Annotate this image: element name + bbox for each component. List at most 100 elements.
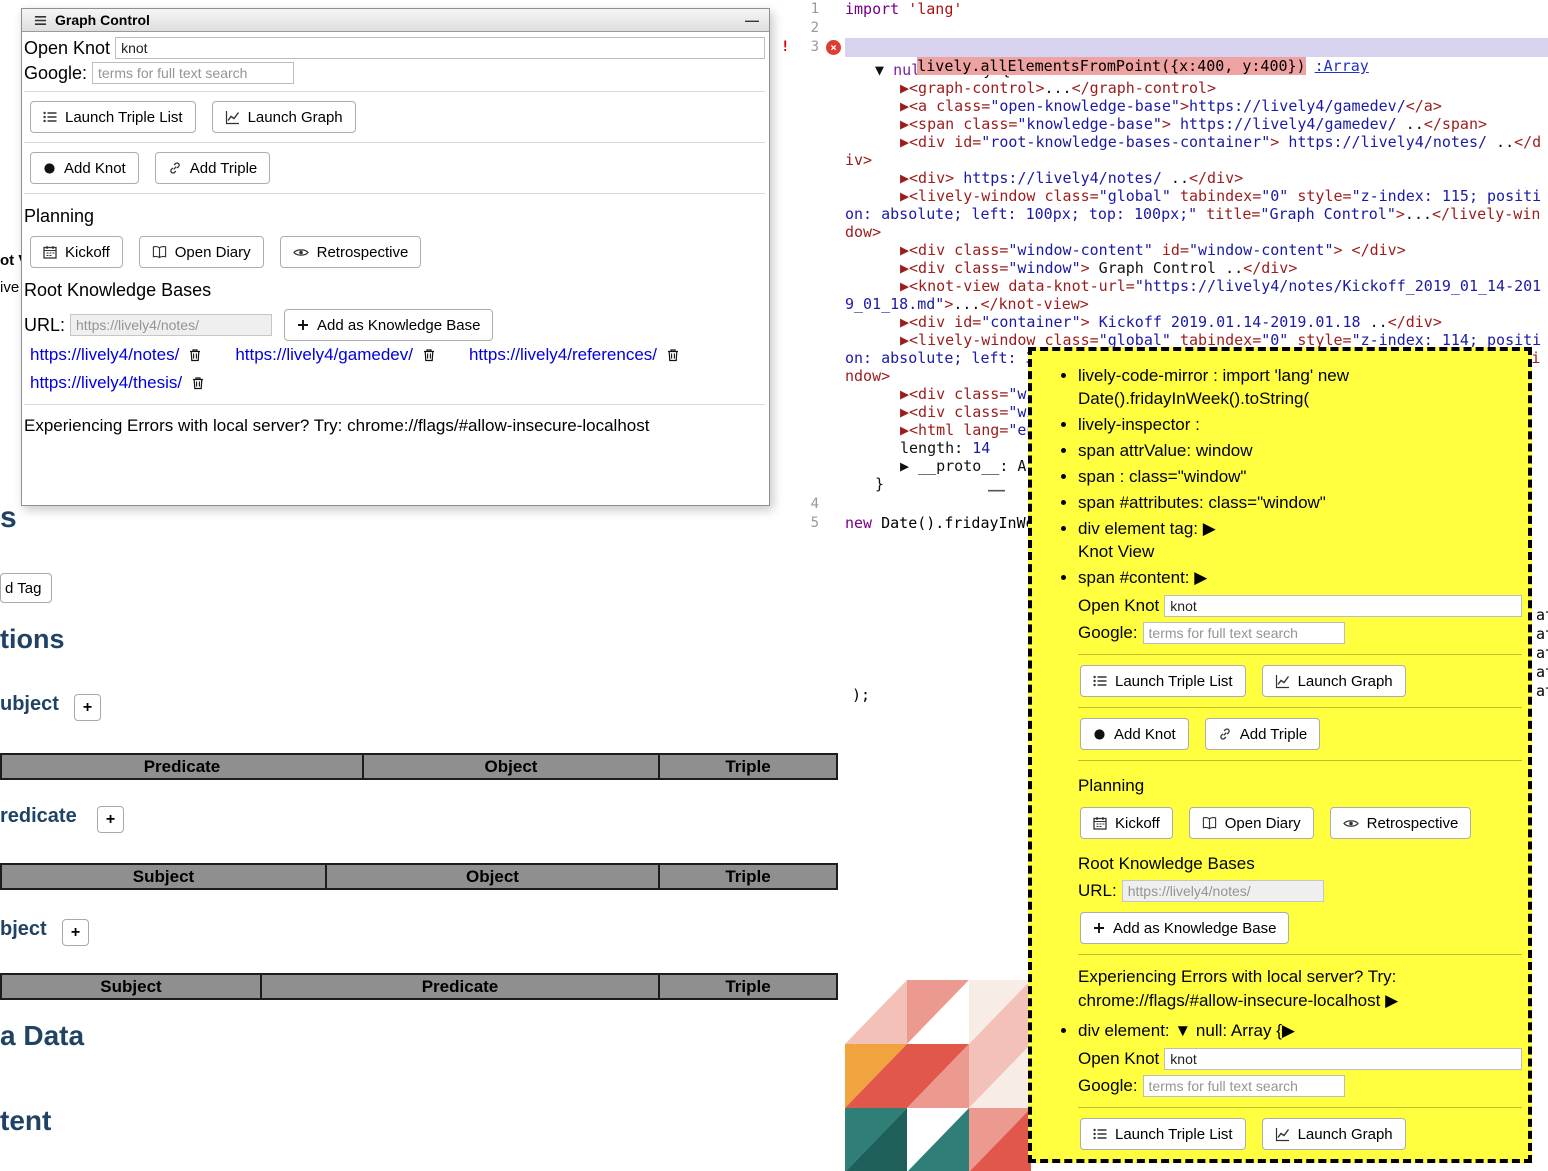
- add-predicate-button[interactable]: +: [97, 806, 124, 833]
- add-triple-button[interactable]: Add Triple: [155, 152, 271, 184]
- google-search-input[interactable]: [1143, 1075, 1345, 1097]
- inspector-line[interactable]: ▶<span class="knowledge-base"> https://l…: [845, 115, 1548, 133]
- button-label: Kickoff: [65, 244, 110, 261]
- launch-graph-button[interactable]: Launch Graph: [212, 101, 356, 133]
- button-label: Retrospective: [1367, 815, 1459, 832]
- code-text: import 'lang': [845, 0, 1548, 19]
- inspector-line[interactable]: ▶<div id="root-knowledge-bases-container…: [845, 133, 1548, 169]
- add-tag-button-fragment[interactable]: d Tag: [0, 573, 52, 603]
- trash-icon[interactable]: [192, 376, 204, 390]
- inspector-line[interactable]: ▶<lively-window class="global" tabindex=…: [845, 187, 1548, 241]
- meta-data-heading-fragment: a Data: [0, 1020, 84, 1052]
- kickoff-button[interactable]: Kickoff: [30, 236, 123, 268]
- open-diary-button[interactable]: Open Diary: [1189, 807, 1314, 839]
- code-token: ▶<div class=: [900, 259, 1008, 277]
- code-token: }: [875, 475, 884, 493]
- open-knot-input[interactable]: [1164, 1048, 1522, 1070]
- code-token: ▶<div>: [900, 169, 954, 187]
- separator: [24, 142, 765, 143]
- open-knot-input[interactable]: [115, 37, 765, 59]
- trash-icon[interactable]: [189, 348, 201, 362]
- inspector-line[interactable]: ▶<div class="window"> Graph Control ..</…: [845, 259, 1548, 277]
- add-knot-button[interactable]: Add Knot: [30, 152, 139, 184]
- tooltip-item[interactable]: span #attributes: class="window": [1078, 491, 1522, 514]
- add-object-button[interactable]: +: [62, 919, 89, 946]
- open-knot-row: Open Knot: [1078, 1047, 1522, 1070]
- code-line-error: !3 ×lively.allElementsFromPoint({x:400, …: [775, 38, 1548, 57]
- tooltip-item[interactable]: div element tag: ▶ Knot View: [1078, 517, 1522, 563]
- knowledge-base-link[interactable]: https://lively4/gamedev/: [235, 345, 413, 365]
- code-token: [1090, 313, 1099, 331]
- launch-triple-list-button[interactable]: Launch Triple List: [1080, 1118, 1246, 1150]
- window-titlebar[interactable]: Graph Control —: [22, 9, 769, 32]
- inspector-line[interactable]: ▶<graph-control>...</graph-control>: [845, 79, 1548, 97]
- button-label: Open Diary: [175, 244, 251, 261]
- code-token: "knowledge-base": [1017, 115, 1162, 133]
- launch-graph-button[interactable]: Launch Graph: [1262, 665, 1406, 697]
- trash-icon[interactable]: [667, 348, 679, 362]
- column-header: Triple: [659, 864, 837, 889]
- tooltip-item[interactable]: div element: ▼ null: Array {▶ Open Knot …: [1078, 1019, 1522, 1161]
- expand-triangle-icon[interactable]: ▶: [1385, 991, 1398, 1010]
- inspector-line[interactable]: ▶<div> https://lively4/notes/ ..</div>: [845, 169, 1548, 187]
- tooltip-item-text: div element tag: ▶: [1078, 519, 1216, 538]
- tooltip-item[interactable]: span #content: ▶ Open Knot Google: Launc…: [1078, 566, 1522, 1013]
- inspector-line[interactable]: ▶<div class="window-content" id="window-…: [845, 241, 1548, 259]
- inspector-line[interactable]: ▶<knot-view data-knot-url="https://livel…: [845, 277, 1548, 313]
- add-triple-button[interactable]: Add Triple: [1205, 718, 1321, 750]
- separator: [1078, 1160, 1522, 1161]
- code-fragment-close-paren: );: [852, 686, 870, 704]
- tooltip-item[interactable]: lively-inspector :: [1078, 413, 1522, 436]
- launch-triple-list-button[interactable]: Launch Triple List: [1080, 665, 1246, 697]
- kickoff-button[interactable]: Kickoff: [1080, 807, 1173, 839]
- open-diary-button[interactable]: Open Diary: [139, 236, 264, 268]
- google-search-input[interactable]: [1143, 622, 1345, 644]
- google-label: Google:: [1078, 1074, 1138, 1097]
- column-header: Subject: [1, 864, 326, 889]
- code-token: length:: [900, 439, 972, 457]
- add-knowledge-base-button[interactable]: Add as Knowledge Base: [284, 309, 493, 341]
- knowledge-base-link[interactable]: https://lively4/thesis/: [30, 373, 182, 393]
- add-knowledge-base-button[interactable]: Add as Knowledge Base: [1080, 912, 1289, 944]
- text-fragment: ive: [0, 279, 19, 296]
- code-token: 14: [972, 439, 990, 457]
- url-input[interactable]: [70, 314, 272, 336]
- planning-button-row: Kickoff Open Diary Retrospective: [1078, 807, 1522, 839]
- inspector-line[interactable]: ▶<div id="container"> Kickoff 2019.01.14…: [845, 313, 1548, 331]
- trash-icon[interactable]: [423, 348, 435, 362]
- window-menu-icon[interactable]: [34, 14, 47, 27]
- launch-graph-button[interactable]: Launch Graph: [1262, 1118, 1406, 1150]
- eye-icon: [1343, 818, 1359, 829]
- code-token: ..: [1162, 169, 1189, 187]
- button-label: Launch Graph: [1298, 673, 1393, 690]
- retrospective-button[interactable]: Retrospective: [1330, 807, 1472, 839]
- minimize-icon[interactable]: —: [988, 480, 1005, 500]
- circle-icon: [1093, 728, 1106, 741]
- url-input[interactable]: [1122, 880, 1324, 902]
- add-knot-button[interactable]: Add Knot: [1080, 718, 1189, 750]
- knowledge-base-link[interactable]: https://lively4/references/: [469, 345, 657, 365]
- triples-table: Subject Predicate Triple: [0, 973, 838, 1000]
- open-knot-input[interactable]: [1164, 595, 1522, 617]
- minimize-button[interactable]: —: [745, 12, 759, 28]
- code-token: [1279, 133, 1288, 151]
- launch-triple-list-button[interactable]: Launch Triple List: [30, 101, 196, 133]
- tooltip-item[interactable]: lively-code-mirror : import 'lang' new D…: [1078, 364, 1522, 410]
- type-annotation-link[interactable]: :Array: [1315, 57, 1369, 75]
- edge-fragments: atatatatat: [1536, 606, 1548, 701]
- add-subject-button[interactable]: +: [74, 694, 101, 721]
- list-icon: [1093, 674, 1107, 688]
- planning-heading: Planning: [1078, 774, 1522, 797]
- window-title: Graph Control: [55, 12, 150, 28]
- code-token: ▶<a class=: [900, 97, 990, 115]
- tooltip-item[interactable]: span : class="window": [1078, 465, 1522, 488]
- code-token: ▶<div id=: [900, 313, 981, 331]
- retrospective-button[interactable]: Retrospective: [280, 236, 422, 268]
- tooltip-item-list: lively-code-mirror : import 'lang' new D…: [1046, 364, 1522, 1161]
- add-button-row: Add Knot Add Triple: [24, 152, 765, 184]
- tooltip-item[interactable]: span attrValue: window: [1078, 439, 1522, 462]
- knowledge-base-link[interactable]: https://lively4/notes/: [30, 345, 179, 365]
- graph-control-preview: Open Knot Google: Launch Triple List Lau…: [1078, 1047, 1522, 1161]
- inspector-line[interactable]: ▶<a class="open-knowledge-base">https://…: [845, 97, 1548, 115]
- google-search-input[interactable]: [92, 62, 294, 84]
